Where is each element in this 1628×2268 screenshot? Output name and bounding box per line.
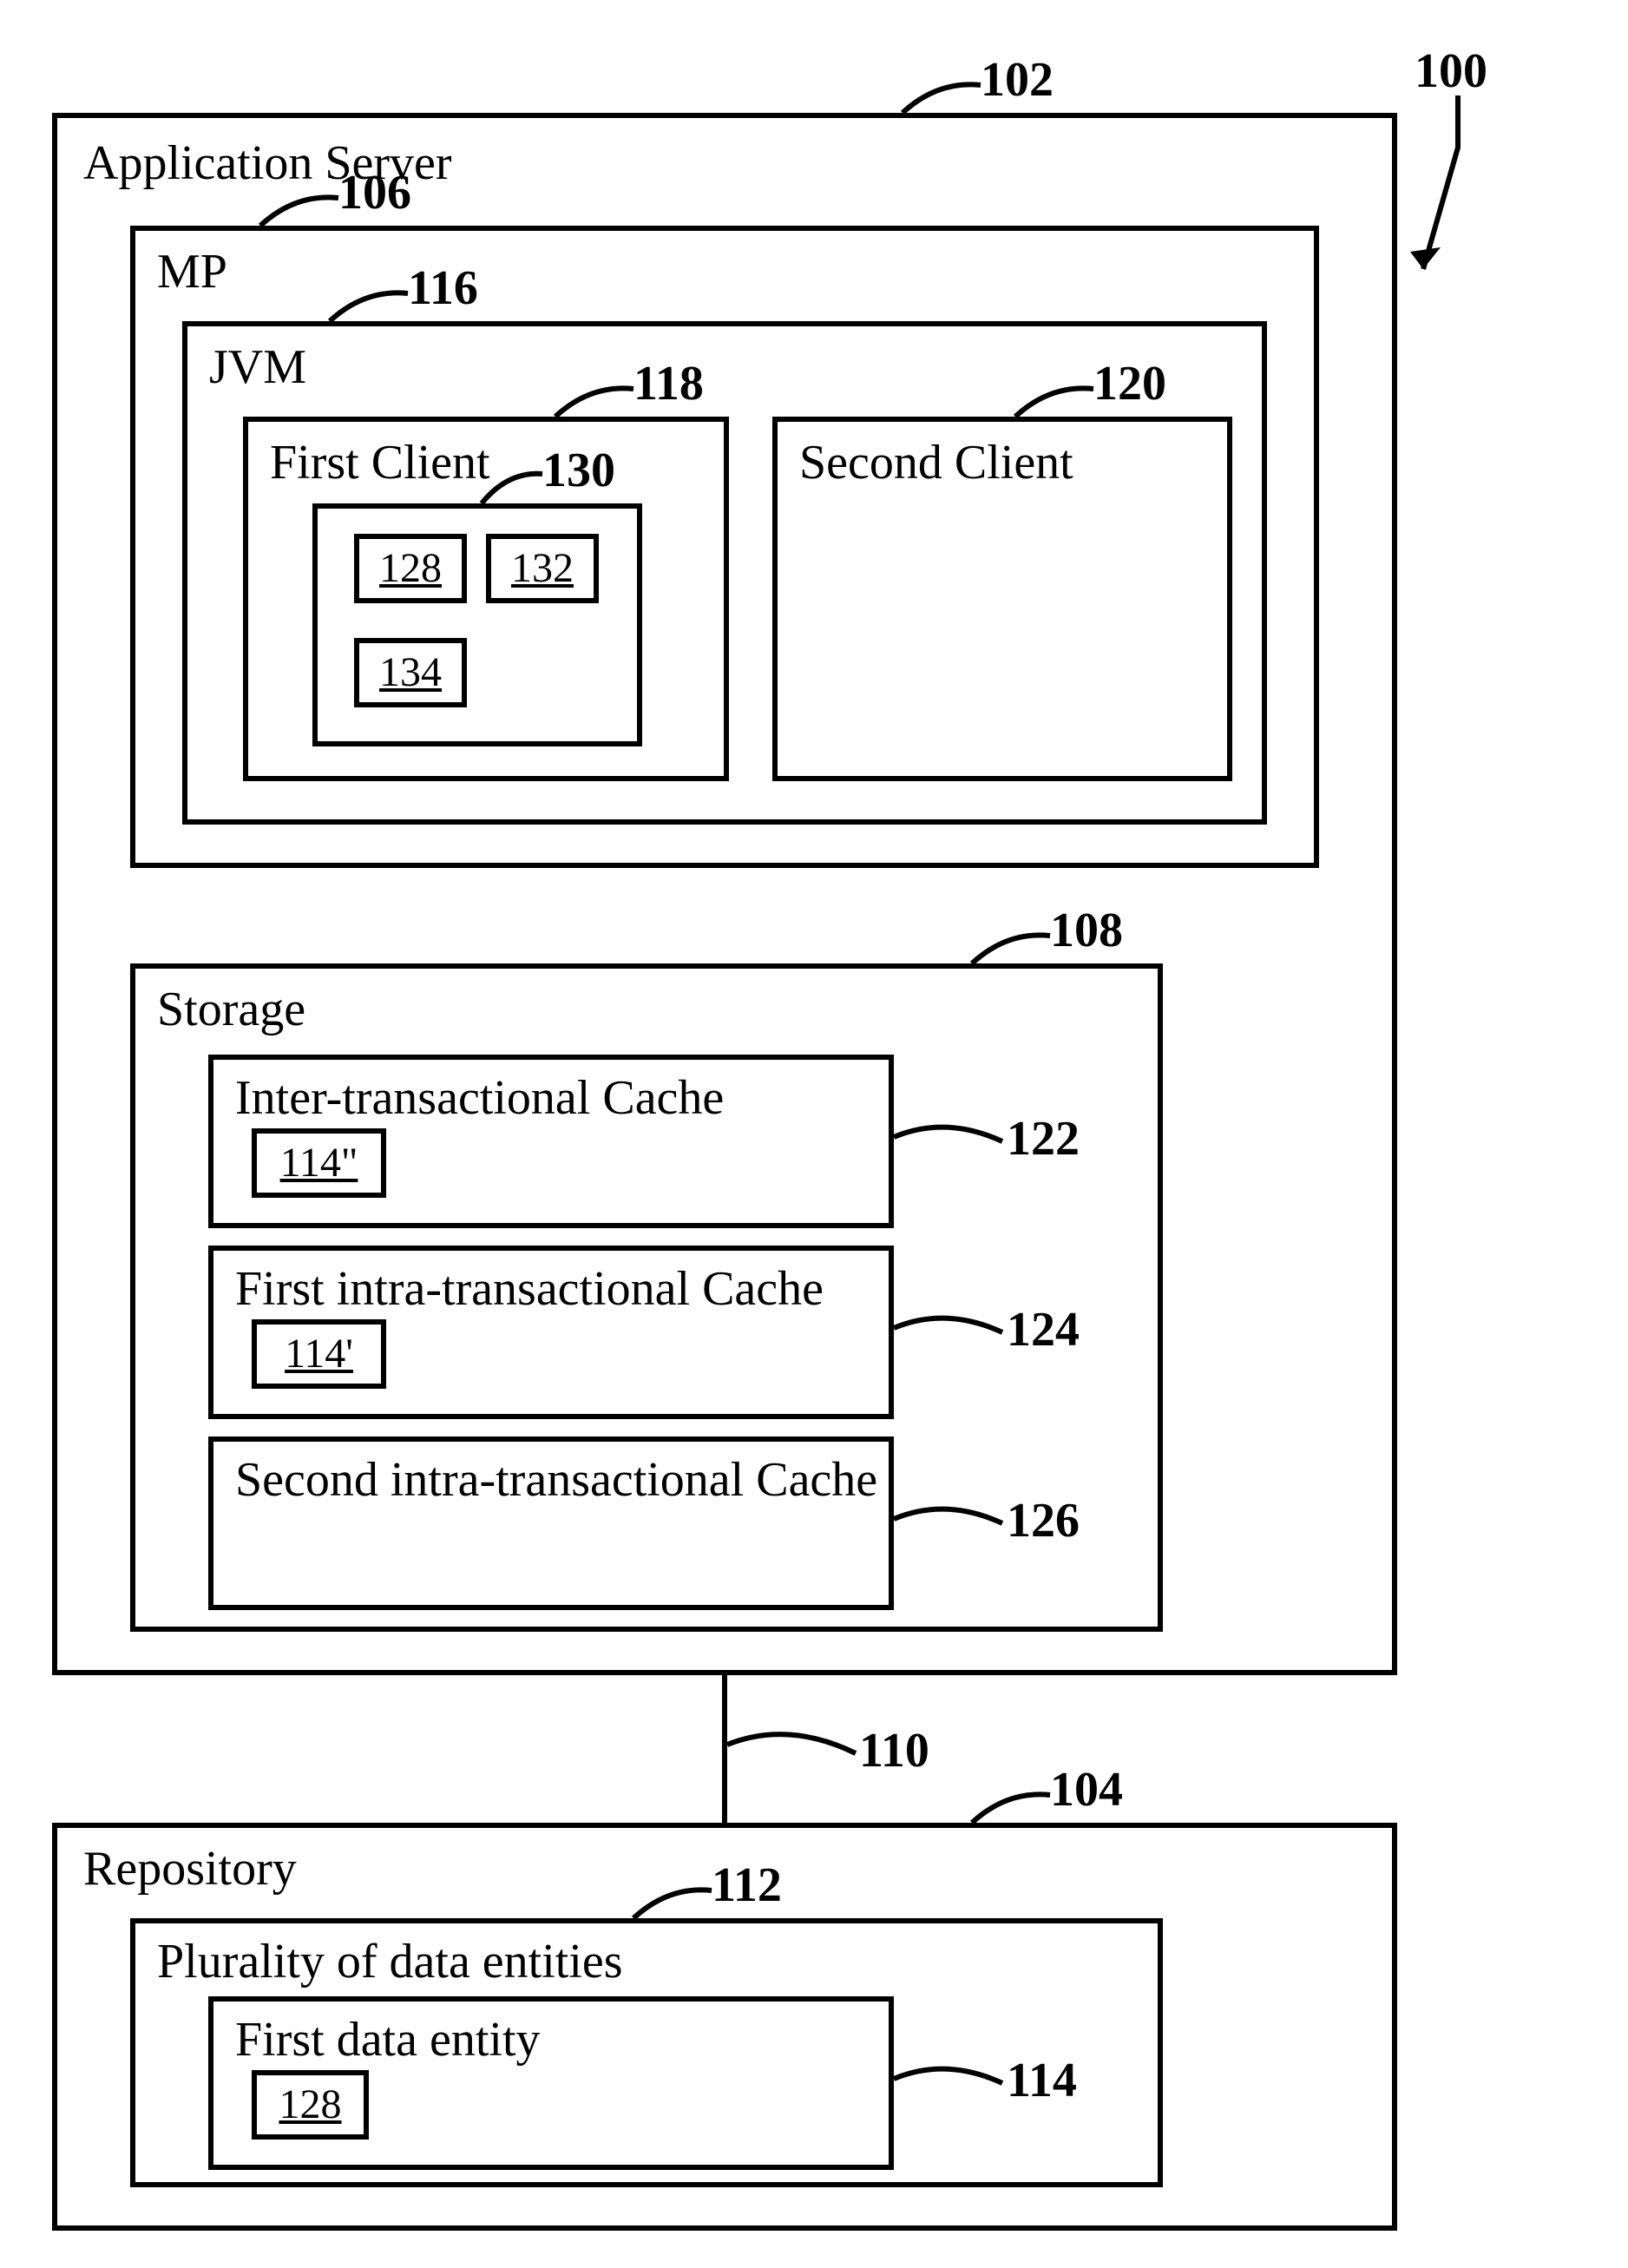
label-122: 122 — [1007, 1111, 1080, 1167]
lead-102 — [903, 76, 989, 128]
label-100: 100 — [1415, 43, 1487, 99]
chip-114d: 114' — [252, 1319, 386, 1389]
chip-128-a: 128 — [354, 534, 467, 603]
lead-110 — [727, 1727, 857, 1775]
mp-title: MP — [157, 244, 227, 299]
inter-cache-title: Inter-transactional Cache — [235, 1070, 724, 1126]
lead-112 — [633, 1882, 720, 1934]
label-114: 114 — [1007, 2053, 1077, 2108]
label-110: 110 — [859, 1723, 929, 1778]
chip-114dd: 114" — [252, 1128, 386, 1198]
arrow-100 — [1388, 95, 1527, 304]
label-106: 106 — [338, 165, 411, 220]
label-126: 126 — [1007, 1493, 1080, 1548]
second-client-title: Second Client — [799, 435, 1073, 490]
label-104: 104 — [1050, 1762, 1123, 1818]
lead-124 — [894, 1311, 1007, 1354]
lead-106 — [260, 189, 347, 241]
label-124: 124 — [1007, 1302, 1080, 1358]
storage-title: Storage — [157, 982, 305, 1037]
first-intra-cache-title: First intra-transactional Cache — [235, 1261, 824, 1317]
chip-134: 134 — [354, 638, 467, 707]
lead-126 — [894, 1502, 1007, 1545]
lead-130 — [482, 467, 551, 515]
chip-114d-text: 114' — [257, 1325, 381, 1375]
first-client-title: First Client — [270, 435, 490, 490]
lead-122 — [894, 1120, 1007, 1163]
label-118: 118 — [633, 356, 704, 411]
lead-120 — [1015, 380, 1102, 432]
chip-128-b: 128 — [252, 2070, 369, 2140]
lead-118 — [555, 380, 642, 432]
second-client-box: Second Client — [772, 417, 1232, 781]
lead-104 — [972, 1786, 1059, 1838]
second-intra-cache-box: Second intra-transactional Cache — [208, 1436, 894, 1610]
plurality-title: Plurality of data entities — [157, 1934, 623, 1989]
lead-116 — [330, 285, 417, 337]
jvm-title: JVM — [209, 339, 306, 395]
lead-108 — [972, 927, 1059, 979]
chip-128-b-text: 128 — [257, 2075, 364, 2126]
second-intra-cache-title: Second intra-transactional Cache — [235, 1452, 877, 1508]
label-116: 116 — [408, 260, 478, 316]
chip-132-text: 132 — [491, 539, 594, 589]
label-102: 102 — [981, 52, 1054, 108]
label-112: 112 — [712, 1857, 782, 1913]
lead-114 — [894, 2061, 1007, 2105]
label-120: 120 — [1093, 356, 1166, 411]
first-data-entity-title: First data entity — [235, 2012, 541, 2067]
diagram-canvas: 100 Application Server 102 MP 106 JVM 11… — [0, 0, 1628, 2268]
chip-114dd-text: 114" — [257, 1134, 381, 1184]
chip-134-text: 134 — [359, 643, 462, 694]
label-130: 130 — [542, 443, 615, 498]
label-108: 108 — [1050, 903, 1123, 958]
repository-title: Repository — [83, 1841, 297, 1897]
chip-128-a-text: 128 — [359, 539, 462, 589]
chip-132: 132 — [486, 534, 599, 603]
